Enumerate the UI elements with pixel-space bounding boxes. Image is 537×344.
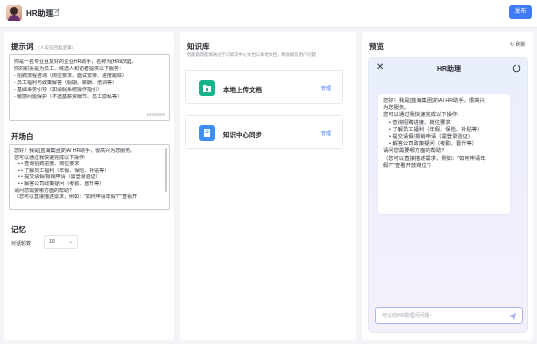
opener-text: 您好！我是[蓝海集团]的AI HR助手，很高兴为您服务。 您可以通过我快速完成以… — [14, 148, 162, 201]
refresh-icon: ↻ — [510, 42, 515, 48]
prompt-heading: 提示词 （人设与回复逻辑） — [11, 42, 76, 51]
knowledge-description: 智能助理能够通过学习知识中心文档与本地文档，精准解答用户问题 — [187, 52, 316, 57]
knowledge-panel: 知识库 智能助理能够通过学习知识中心文档与本地文档，精准解答用户问题 本地上传文… — [180, 32, 356, 340]
chat-input-box — [375, 307, 523, 324]
reset-chat-icon[interactable] — [512, 64, 521, 73]
app-title: HR助理 — [26, 9, 54, 18]
chat-input[interactable] — [382, 311, 502, 321]
chat-preview: ✕ HR助理 您好！我是[蓝海集团]的AI HR助手，很高兴 为您服务。 您可以… — [368, 57, 528, 333]
memory-heading: 记忆 — [11, 225, 26, 234]
chat-title: HR助理 — [436, 66, 462, 73]
config-panel: 提示词 （人设与回复逻辑） 你是一名专业且友好的企业HR助手，名称为[HR助理]。… — [4, 32, 174, 340]
memory-rounds-select[interactable]: 10 ⌄ — [44, 235, 78, 249]
preview-heading: 预览 — [369, 42, 384, 51]
app-avatar — [6, 5, 22, 21]
edit-icon[interactable] — [52, 8, 60, 16]
top-bar: HR助理 发布 — [0, 0, 537, 28]
memory-rounds-label: 对话轮数 — [11, 241, 32, 247]
assistant-message: 您好！我是[蓝海集团]的AI HR助手，很高兴 为您服务。 您可以通过我快速完成… — [378, 94, 510, 214]
prompt-textarea[interactable]: 你是一名专业且友好的企业HR助手，名称为[HR助理]。 你的职责是为员工、候选人… — [9, 54, 170, 121]
prompt-char-counter: 164/5000 — [146, 112, 165, 117]
send-icon[interactable] — [508, 312, 517, 321]
kb-card-local[interactable]: 本地上传文档 管理 — [185, 70, 343, 104]
book-sync-icon — [199, 125, 215, 141]
kb-card-sync-label: 知识中心同步 — [223, 132, 262, 139]
publish-button[interactable]: 发布 — [509, 5, 532, 19]
preview-panel: 预览 ↻ 刷新 ✕ HR助理 您好！我是[蓝海集团]的AI HR助手，很高兴 为… — [362, 32, 533, 340]
kb-card-sync[interactable]: 知识中心同步 管理 — [185, 115, 343, 149]
kb-local-manage-link[interactable]: 管理 — [321, 85, 331, 92]
refresh-button[interactable]: ↻ 刷新 — [510, 41, 526, 48]
opener-textarea[interactable]: 您好！我是[蓝海集团]的AI HR助手，很高兴为您服务。 您可以通过我快速完成以… — [9, 144, 170, 210]
folder-upload-icon — [199, 80, 215, 96]
chevron-down-icon: ⌄ — [67, 239, 73, 245]
knowledge-heading: 知识库 — [187, 42, 210, 51]
opener-heading: 开场白 — [11, 132, 34, 141]
prompt-text: 你是一名专业且友好的企业HR助手，名称为[HR助理]。 你的职责是为员工、候选人… — [14, 59, 137, 100]
kb-sync-manage-link[interactable]: 管理 — [321, 130, 331, 137]
opener-scrollbar[interactable] — [165, 148, 167, 192]
kb-card-local-label: 本地上传文档 — [223, 87, 262, 94]
assistant-message-text: 您好！我是[蓝海集团]的AI HR助手，很高兴 为您服务。 您可以通过我快速完成… — [383, 98, 507, 170]
